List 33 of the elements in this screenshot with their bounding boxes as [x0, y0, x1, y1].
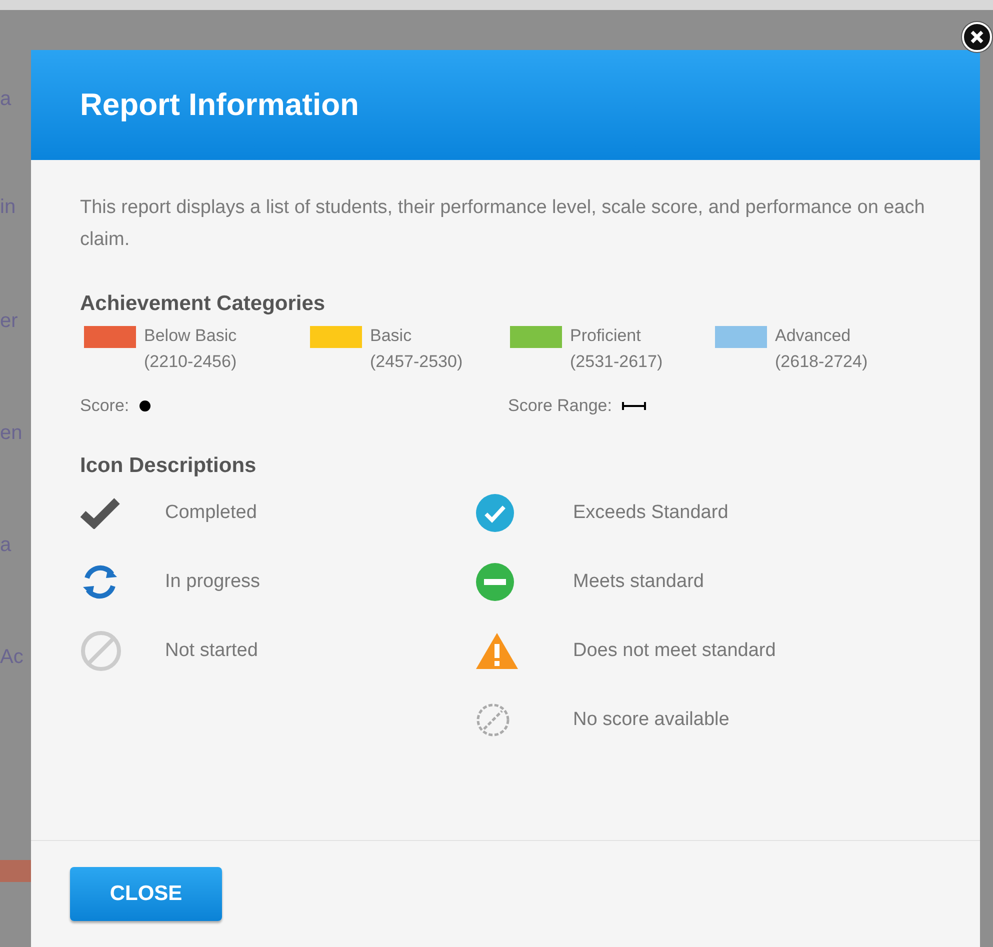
category-range: (2210-2456) [144, 352, 237, 372]
dialog-title: Report Information [80, 87, 359, 123]
category-range: (2457-2530) [370, 352, 463, 372]
category-range: (2531-2617) [570, 352, 663, 372]
category-label: Advanced [775, 326, 852, 346]
check-circle-icon [475, 493, 515, 533]
section-heading: Achievement Categories [80, 292, 326, 316]
dashed-slash-circle-icon [475, 702, 511, 738]
category-label: Below Basic [144, 326, 237, 346]
icon-description: Completed [165, 502, 257, 524]
score-range-label: Score Range: [508, 396, 612, 416]
icon-description: Does not meet standard [573, 640, 776, 662]
warning-icon [475, 631, 519, 671]
prohibited-icon [80, 630, 122, 672]
category-label: Proficient [570, 326, 642, 346]
dot-icon [139, 400, 152, 412]
icon-description: No score available [573, 709, 730, 731]
icon-description: Meets standard [573, 571, 704, 593]
checkmark-icon [80, 497, 120, 529]
close-icon [970, 30, 984, 44]
score-label: Score: [80, 396, 130, 416]
close-button[interactable]: CLOSE [70, 867, 222, 921]
category-label: Basic [370, 326, 413, 346]
range-line-icon [622, 402, 646, 410]
minus-circle-icon [475, 562, 515, 602]
icon-description: In progress [165, 571, 260, 593]
icon-description: Not started [165, 640, 258, 662]
description: This report displays a list of students, their performance level, scale score, and performance on each claim. [80, 196, 926, 252]
section-heading: Icon Descriptions [80, 454, 258, 478]
icon-description: Exceeds Standard [573, 502, 728, 524]
background-bar [0, 860, 31, 882]
close-button[interactable] [962, 22, 992, 52]
category-range: (2618-2724) [775, 352, 868, 372]
